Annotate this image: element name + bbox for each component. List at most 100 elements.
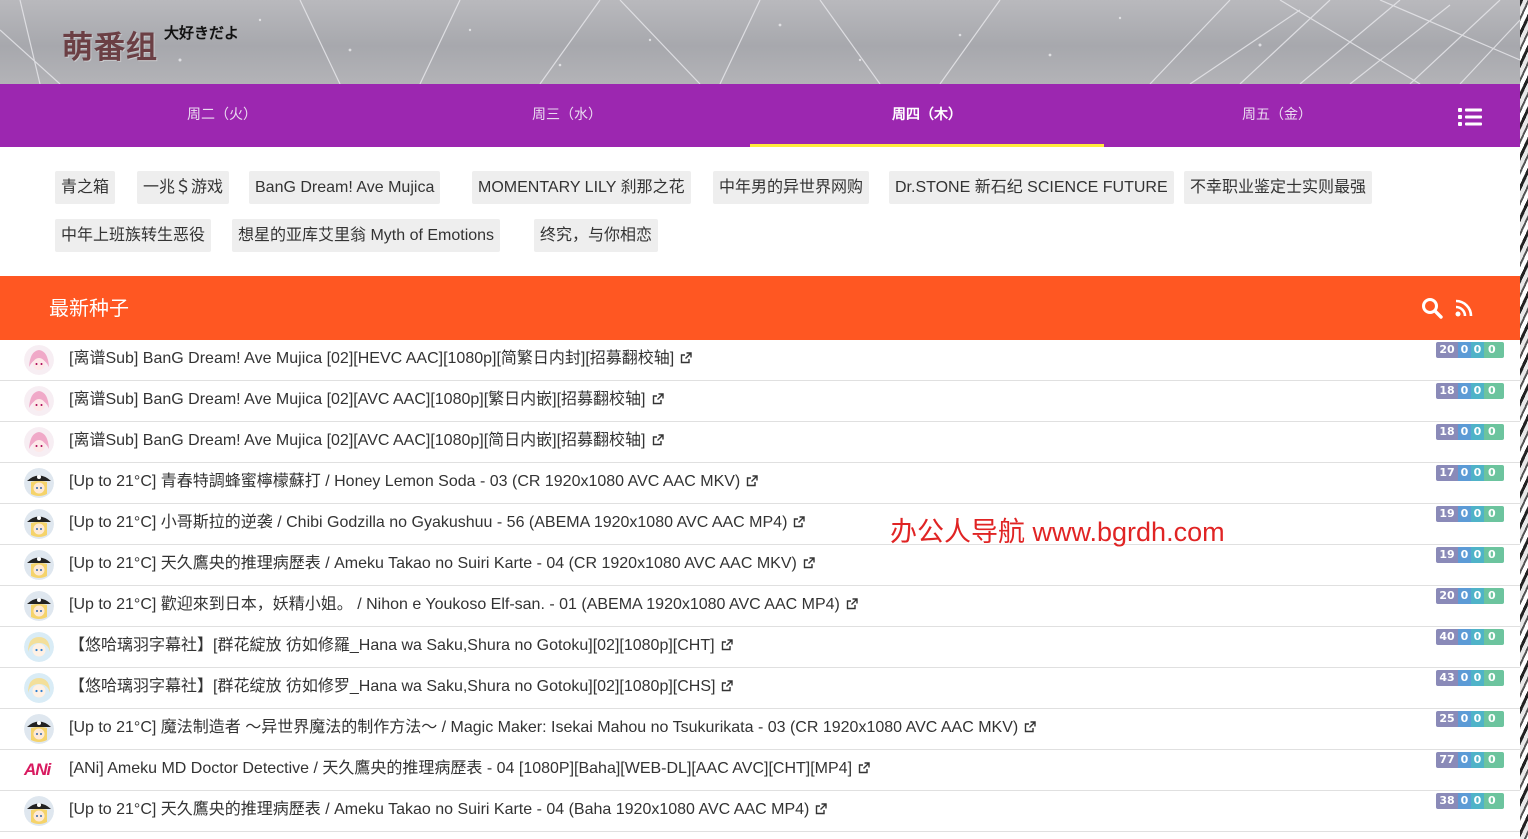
torrent-row: 【悠哈璃羽字幕社】[群花綻放 彷如修羅_Hana wa Saku,Shura n… — [0, 627, 1520, 668]
stat-badge: 0 — [1484, 465, 1504, 481]
torrent-stats: 20 0 0 0 — [1436, 588, 1504, 604]
tab-thursday[interactable]: 周四（木） — [750, 84, 1104, 147]
torrent-title-link[interactable]: [Up to 21°C] 魔法制造者 ～异世界魔法的制作方法～ / Magic … — [69, 709, 1036, 747]
bangumi-tag[interactable]: 一兆＄游戏 — [137, 171, 230, 204]
stat-badge: 0 — [1484, 629, 1504, 645]
torrent-row: [Up to 21°C] 青春特調蜂蜜檸檬蘇打 / Honey Lemon So… — [0, 463, 1520, 504]
torrent-title-link[interactable]: [离谱Sub] BanG Dream! Ave Mujica [02][HEVC… — [69, 340, 692, 378]
torrent-stats: 43 0 0 0 — [1436, 670, 1504, 686]
bangumi-tag[interactable]: 想星的亚库艾里翁 Myth of Emotions — [232, 219, 501, 252]
torrent-stats: 25 0 0 0 — [1436, 711, 1504, 727]
search-icon[interactable] — [1421, 297, 1443, 319]
torrent-row: [Up to 21°C] 歡迎來到日本，妖精小姐。 / Nihon e Youk… — [0, 586, 1520, 627]
stat-badge: 0 — [1458, 793, 1471, 809]
stat-badge: 0 — [1471, 465, 1484, 481]
site-header: 萌番组 大好きだよ — [0, 0, 1520, 84]
torrent-row: [Up to 21°C] 天久鷹央的推理病歷表 / Ameku Takao no… — [0, 545, 1520, 586]
torrent-stats: 38 0 0 0 — [1436, 793, 1504, 809]
watermark: 办公人导航 www.bgrdh.com — [890, 517, 1225, 547]
external-link-icon — [721, 639, 733, 651]
stat-badge: 0 — [1458, 547, 1471, 563]
stat-badge: 0 — [1484, 383, 1504, 399]
torrent-row: [离谱Sub] BanG Dream! Ave Mujica [02][HEVC… — [0, 340, 1520, 381]
torrent-title-link[interactable]: [Up to 21°C] 歡迎來到日本，妖精小姐。 / Nihon e Youk… — [69, 586, 858, 624]
stat-badge: 0 — [1458, 711, 1471, 727]
torrent-title-link[interactable]: [离谱Sub] BanG Dream! Ave Mujica [02][AVC … — [69, 381, 664, 419]
pirate-hat-avatar — [24, 714, 54, 744]
stat-badge: 43 — [1436, 670, 1458, 686]
rss-icon[interactable] — [1455, 299, 1473, 317]
blonde-avatar — [24, 632, 54, 662]
weekday-nav: 周二（火） 周三（水） 周四（木） 周五（金） — [0, 84, 1520, 147]
stat-badge: 0 — [1484, 711, 1504, 727]
stat-badge: 0 — [1458, 506, 1471, 522]
stat-badge: 0 — [1458, 342, 1471, 358]
torrent-title-link[interactable]: [ANi] Ameku MD Doctor Detective / 天久鷹央的推… — [69, 750, 870, 788]
external-link-icon — [816, 803, 828, 815]
external-link-icon — [794, 516, 806, 528]
pirate-hat-avatar — [24, 468, 54, 498]
stat-badge: 0 — [1458, 670, 1471, 686]
stat-badge: 0 — [1484, 793, 1504, 809]
torrent-stats: 18 0 0 0 — [1436, 383, 1504, 399]
external-link-icon — [747, 475, 758, 487]
torrent-row: [离谱Sub] BanG Dream! Ave Mujica [02][AVC … — [0, 422, 1520, 463]
site-tagline: 大好きだよ — [164, 24, 240, 42]
tab-tuesday[interactable]: 周二（火） — [45, 84, 399, 147]
bangumi-tag[interactable]: 中年上班族转生恶役 — [55, 219, 212, 252]
stat-badge: 17 — [1436, 465, 1458, 481]
tab-friday[interactable]: 周五（金） — [1100, 84, 1454, 147]
bangumi-tag[interactable]: 不幸职业鉴定士实则最强 — [1184, 171, 1373, 204]
pink-hair-avatar — [24, 345, 54, 375]
stat-badge: 77 — [1436, 752, 1458, 768]
stat-badge: 0 — [1471, 424, 1484, 440]
external-link-icon — [652, 434, 664, 446]
stat-badge: 0 — [1484, 342, 1504, 358]
stat-badge: 0 — [1484, 670, 1504, 686]
stat-badge: 0 — [1458, 383, 1471, 399]
torrent-title-link[interactable]: [Up to 21°C] 小哥斯拉的逆袭 / Chibi Godzilla no… — [69, 504, 806, 542]
stat-badge: 18 — [1436, 383, 1458, 399]
torrent-stats: 19 0 0 0 — [1436, 506, 1504, 522]
stat-badge: 0 — [1471, 711, 1484, 727]
bangumi-tag[interactable]: 中年男的异世界网购 — [713, 171, 870, 204]
external-link-icon — [722, 680, 734, 692]
tab-wednesday[interactable]: 周三（水） — [390, 84, 744, 147]
stat-badge: 0 — [1471, 506, 1484, 522]
bangumi-tag[interactable]: BanG Dream! Ave Mujica — [249, 171, 441, 204]
stat-badge: 25 — [1436, 711, 1458, 727]
pirate-hat-avatar — [24, 796, 54, 826]
bangumi-tag[interactable]: 终究，与你相恋 — [534, 219, 659, 252]
app-root: 萌番组 大好きだよ 周二（火） 周三（水） 周四（木） 周五（金） 青之箱 一兆… — [0, 0, 1520, 839]
bangumi-tag[interactable]: MOMENTARY LILY 刹那之花 — [472, 171, 691, 204]
torrent-stats: 77 0 0 0 — [1436, 752, 1504, 768]
stat-badge: 0 — [1484, 424, 1504, 440]
stat-badge: 0 — [1458, 629, 1471, 645]
scrollbar[interactable] — [1520, 0, 1528, 839]
stat-badge: 0 — [1484, 752, 1504, 768]
torrent-row: ANi [ANi] Ameku MD Doctor Detective / 天久… — [0, 750, 1520, 791]
bangumi-tag[interactable]: Dr.STONE 新石纪 SCIENCE FUTURE — [889, 171, 1174, 204]
stat-badge: 0 — [1471, 383, 1484, 399]
torrent-title-link[interactable]: 【悠哈璃羽字幕社】[群花綻放 彷如修羅_Hana wa Saku,Shura n… — [69, 627, 733, 665]
torrent-title-link[interactable]: [Up to 21°C] 青春特調蜂蜜檸檬蘇打 / Honey Lemon So… — [69, 463, 758, 501]
external-link-icon — [681, 352, 692, 364]
external-link-icon — [803, 557, 815, 569]
stat-badge: 0 — [1471, 793, 1484, 809]
torrent-row: 【悠哈璃羽字幕社】[群花绽放 彷如修罗_Hana wa Saku,Shura n… — [0, 668, 1520, 709]
torrent-title-link[interactable]: 【悠哈璃羽字幕社】[群花绽放 彷如修罗_Hana wa Saku,Shura n… — [69, 668, 734, 706]
list-icon[interactable] — [1458, 107, 1482, 127]
site-logo[interactable]: 萌番组 — [62, 22, 158, 67]
torrent-stats: 18 0 0 0 — [1436, 424, 1504, 440]
stat-badge: 0 — [1471, 342, 1484, 358]
bangumi-tag[interactable]: 青之箱 — [55, 171, 116, 204]
pirate-hat-avatar — [24, 550, 54, 580]
stat-badge: 0 — [1458, 424, 1471, 440]
stat-badge: 0 — [1471, 547, 1484, 563]
torrent-title-link[interactable]: [Up to 21°C] 天久鷹央的推理病歷表 / Ameku Takao no… — [69, 791, 828, 829]
pink-hair-avatar — [24, 386, 54, 416]
torrent-title-link[interactable]: [离谱Sub] BanG Dream! Ave Mujica [02][AVC … — [69, 422, 664, 460]
torrent-row: [Up to 21°C] 天久鷹央的推理病歷表 / Ameku Takao no… — [0, 791, 1520, 832]
latest-torrents-title: 最新种子 — [49, 296, 129, 320]
torrent-title-link[interactable]: [Up to 21°C] 天久鷹央的推理病歷表 / Ameku Takao no… — [69, 545, 815, 583]
